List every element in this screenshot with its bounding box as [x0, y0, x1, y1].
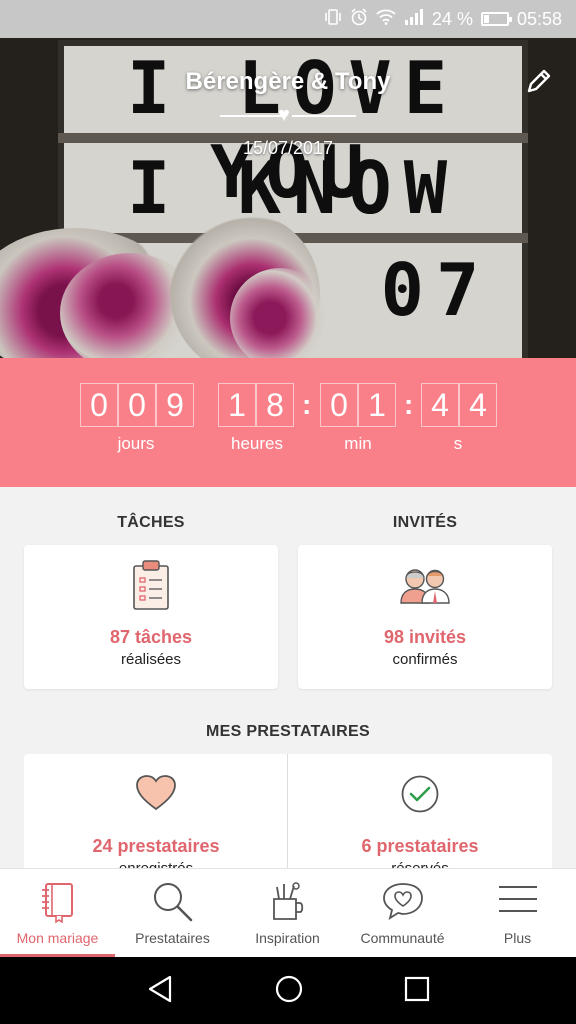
nav-label: Communauté [360, 930, 445, 946]
nav-label: Prestataires [135, 930, 210, 946]
nav-communaute[interactable]: Communauté [345, 869, 460, 958]
bottom-nav: Mon mariage Prestataires Inspiration Com… [0, 868, 576, 958]
title-divider [220, 115, 284, 117]
guests-icon [398, 565, 452, 610]
guests-count: 98 invités [383, 627, 467, 647]
countdown-separator: : [302, 389, 312, 420]
nav-label: Plus [503, 930, 532, 946]
guests-title: INVITÉS [392, 514, 458, 531]
heart-icon [135, 774, 177, 817]
wedding-date: 15/07/2017 [242, 138, 334, 158]
clock: 05:58 [516, 8, 562, 29]
tasks-count: 87 tâches [109, 627, 193, 647]
nav-mon-mariage[interactable]: Mon mariage [0, 869, 115, 958]
menu-icon [497, 881, 539, 922]
inspiration-cup-icon [270, 881, 306, 928]
notebook-icon [40, 881, 76, 928]
small-heart-icon: ♥ [278, 104, 290, 126]
countdown-digit: 0 [80, 383, 118, 427]
wifi-icon [376, 9, 396, 29]
countdown-digit: 4 [421, 383, 459, 427]
battery-icon [480, 12, 512, 26]
nav-label: Inspiration [255, 930, 320, 946]
countdown-digit: 4 [459, 383, 497, 427]
countdown-separator: : [404, 389, 414, 420]
guests-sub: confirmés [392, 651, 458, 668]
nav-label: Mon mariage [16, 930, 99, 946]
clipboard-icon [131, 559, 171, 616]
nav-prestataires[interactable]: Prestataires [115, 869, 230, 958]
battery-text: 24 % [431, 8, 473, 29]
vendors-divider [287, 754, 288, 870]
countdown-digit: 8 [256, 383, 294, 427]
tasks-card[interactable]: 87 tâches réalisées [24, 545, 278, 689]
tasks-sub: réalisées [120, 651, 182, 668]
search-icon [151, 881, 195, 928]
alarm-icon [350, 8, 368, 30]
vendors-booked-count: 6 prestataires [361, 836, 479, 856]
countdown-label-days: jours [117, 434, 155, 453]
back-icon[interactable] [146, 974, 174, 1009]
status-bar: 24 % 05:58 [0, 0, 576, 38]
vendors-title: MES PRESTATAIRES [206, 723, 370, 740]
guests-card[interactable]: 98 invités confirmés [298, 545, 552, 689]
signal-icon [404, 9, 424, 29]
countdown-banner: 0 0 9 jours 1 8 heures : 0 1 min : 4 4 s [0, 358, 576, 487]
title-divider [292, 115, 356, 117]
pencil-icon[interactable] [524, 66, 554, 96]
check-circle-icon [400, 774, 440, 819]
system-nav-bar [0, 957, 576, 1024]
countdown-digit: 9 [156, 383, 194, 427]
chat-heart-icon [382, 881, 424, 926]
countdown-label-seconds: s [453, 434, 463, 453]
countdown-digit: 0 [118, 383, 156, 427]
countdown-digit: 1 [218, 383, 256, 427]
vibrate-icon [324, 9, 342, 29]
nav-plus[interactable]: Plus [460, 869, 575, 958]
countdown-digit: 1 [358, 383, 396, 427]
hero-cover-photo[interactable]: I LOVE YOU I KNOW 15 07 Bérengère & Tony… [0, 38, 576, 358]
countdown-digit: 0 [320, 383, 358, 427]
home-icon[interactable] [274, 974, 304, 1009]
recents-icon[interactable] [403, 974, 431, 1009]
nav-inspiration[interactable]: Inspiration [230, 869, 345, 958]
vendors-saved-count: 24 prestataires [92, 836, 220, 856]
couple-names: Bérengère & Tony [185, 68, 391, 95]
